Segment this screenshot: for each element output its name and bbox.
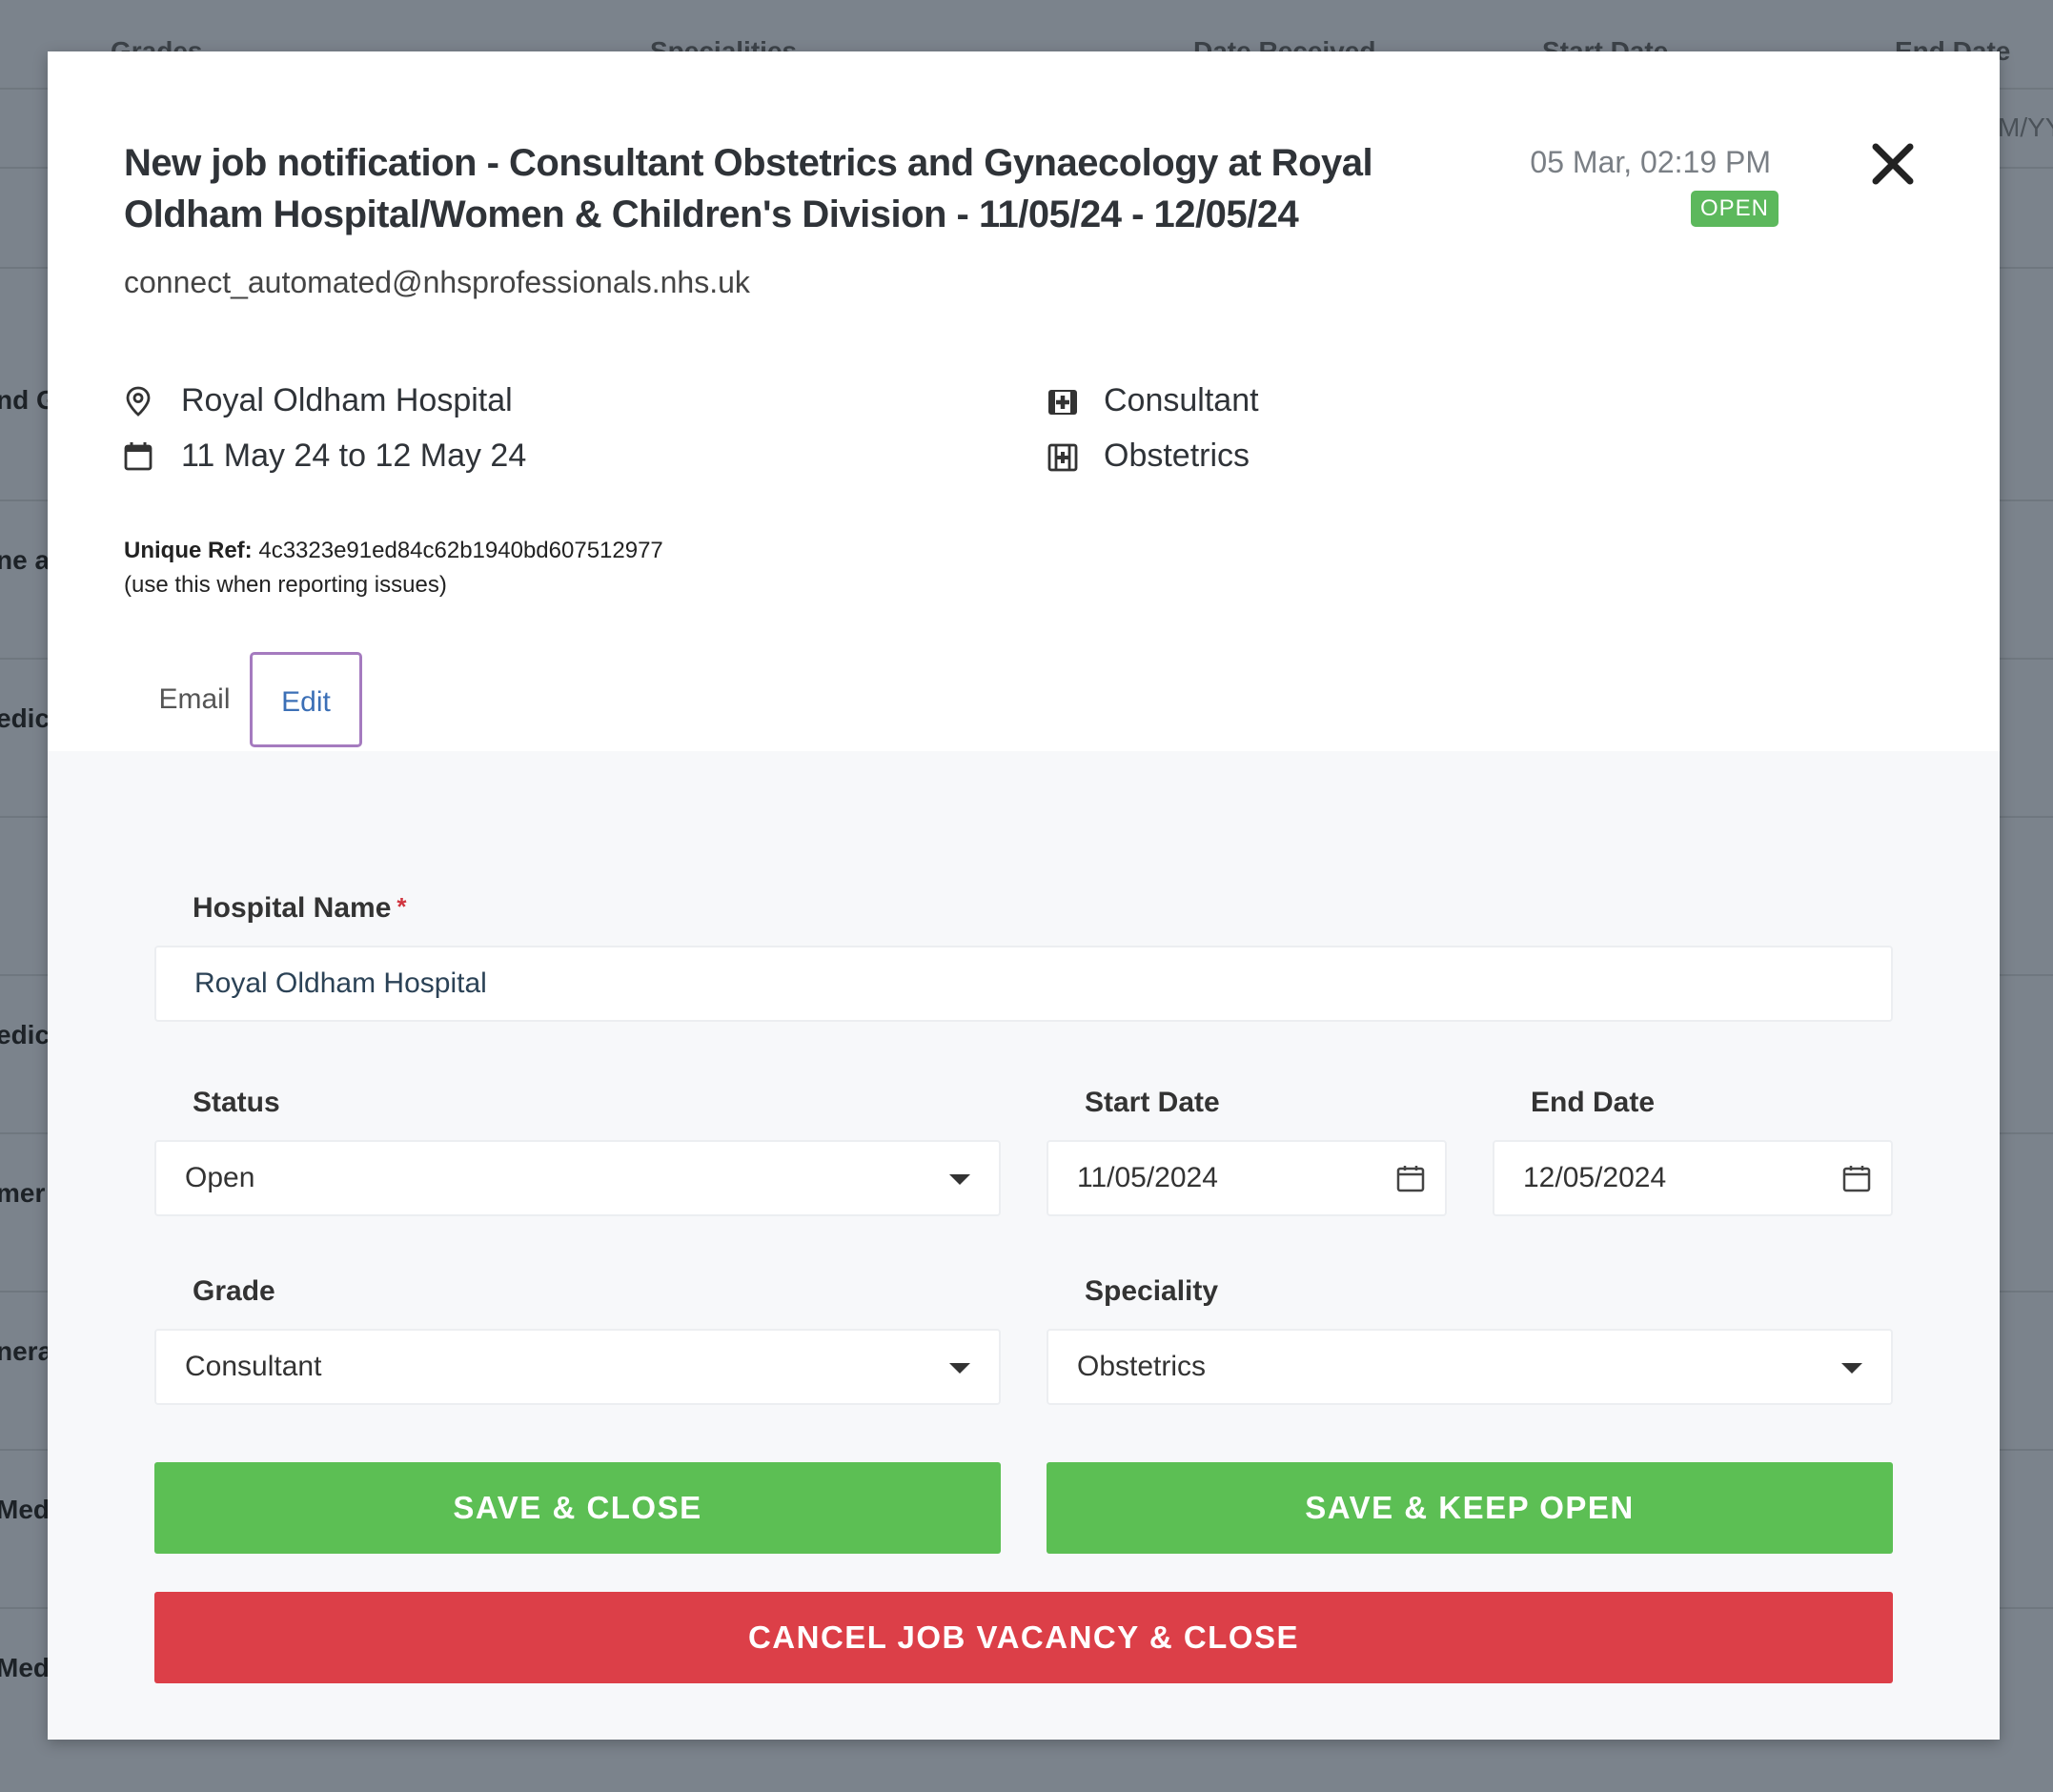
speciality-label: Speciality: [1085, 1275, 1219, 1307]
save-close-button[interactable]: SAVE & CLOSE: [154, 1462, 1001, 1554]
save-keep-open-button[interactable]: SAVE & KEEP OPEN: [1047, 1462, 1893, 1554]
hospital-name-input[interactable]: Royal Oldham Hospital: [154, 946, 1893, 1022]
location-text: Royal Oldham Hospital: [181, 382, 513, 418]
job-notification-modal: New job notification - Consultant Obstet…: [48, 51, 2000, 1740]
table-row-cell: Med: [0, 1653, 50, 1682]
calendar-icon[interactable]: [1395, 1163, 1426, 1193]
speciality-select[interactable]: Obstetrics: [1047, 1329, 1893, 1405]
chevron-down-icon: [949, 1363, 970, 1374]
start-date-input[interactable]: 11/05/2024: [1047, 1140, 1447, 1216]
status-select[interactable]: Open: [154, 1140, 1001, 1216]
map-pin-icon: [126, 386, 151, 417]
close-icon: [1872, 143, 1914, 185]
table-row-cell: Med: [0, 1495, 50, 1524]
date-range-text: 11 May 24 to 12 May 24: [181, 438, 527, 474]
close-button[interactable]: [1864, 135, 1921, 193]
date-filter-fragment: M/YY: [1998, 112, 2053, 142]
grade-text: Consultant: [1104, 382, 1259, 418]
hospital-name-label-text: Hospital Name: [193, 892, 392, 924]
hospital-name-label: Hospital Name *: [193, 892, 407, 925]
table-row-cell: mer: [0, 1178, 46, 1208]
grade-label: Grade: [193, 1275, 275, 1307]
start-date-value: 11/05/2024: [1077, 1162, 1218, 1193]
cancel-job-vacancy-button[interactable]: CANCEL JOB VACANCY & CLOSE: [154, 1592, 1893, 1683]
unique-reference: Unique Ref: 4c3323e91ed84c62b1940bd60751…: [124, 534, 663, 602]
tab-edit[interactable]: Edit: [250, 652, 362, 747]
status-badge: OPEN: [1691, 191, 1779, 227]
end-date-value: 12/05/2024: [1523, 1162, 1667, 1193]
start-date-label: Start Date: [1085, 1087, 1220, 1118]
medical-plus-icon: [1047, 443, 1078, 472]
status-select-value: Open: [185, 1162, 255, 1193]
grade-select[interactable]: Consultant: [154, 1329, 1001, 1405]
end-date-input[interactable]: 12/05/2024: [1493, 1140, 1893, 1216]
grade-select-value: Consultant: [185, 1351, 322, 1382]
medical-kit-icon: [1048, 390, 1077, 415]
modal-title: New job notification - Consultant Obstet…: [124, 142, 1373, 235]
end-date-label: End Date: [1531, 1087, 1656, 1118]
table-row-cell: nera: [0, 1336, 53, 1366]
received-timestamp: 05 Mar, 02:19 PM: [1530, 145, 1771, 179]
sender-email: connect_automated@nhsprofessionals.nhs.u…: [124, 265, 750, 299]
edit-form: Hospital Name * Royal Oldham Hospital Sta…: [48, 751, 2000, 1740]
unique-ref-label: Unique Ref:: [124, 538, 253, 563]
speciality-select-value: Obstetrics: [1077, 1351, 1207, 1382]
unique-ref-note: (use this when reporting issues): [124, 572, 447, 598]
chevron-down-icon: [949, 1174, 970, 1185]
unique-ref-value: 4c3323e91ed84c62b1940bd607512977: [258, 538, 663, 563]
status-label: Status: [193, 1087, 280, 1118]
calendar-icon: [124, 442, 152, 471]
chevron-down-icon: [1841, 1363, 1862, 1374]
required-indicator: *: [396, 892, 407, 921]
calendar-icon[interactable]: [1841, 1163, 1872, 1193]
modal-header: New job notification - Consultant Obstet…: [48, 51, 2000, 751]
tab-email[interactable]: Email: [137, 652, 252, 747]
speciality-text: Obstetrics: [1104, 438, 1250, 474]
